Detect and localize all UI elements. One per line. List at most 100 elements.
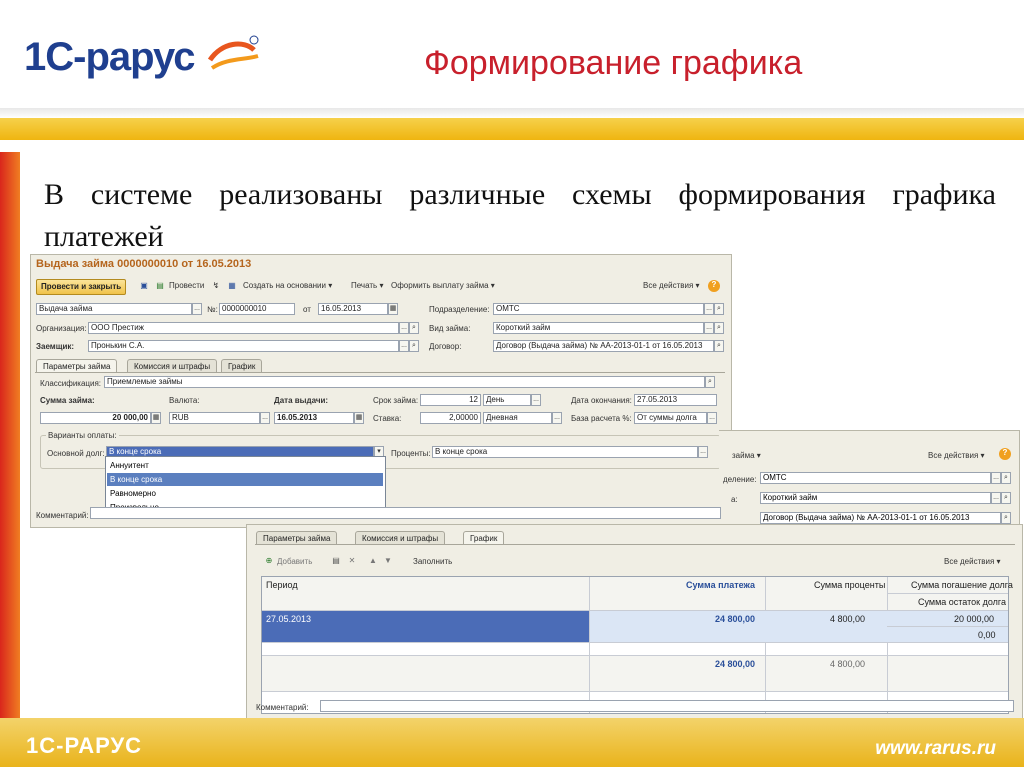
date-field[interactable]: 16.05.2013 [318, 303, 388, 315]
fill-button[interactable]: Заполнить [413, 557, 452, 566]
dropdown-option-annuity[interactable]: Аннуитент [107, 459, 383, 472]
tab-commission[interactable]: Комиссия и штрафы [355, 531, 446, 544]
report-icon[interactable]: ▦ [227, 281, 237, 291]
calendar-icon[interactable]: ▦ [388, 303, 398, 315]
end-date-field: 27.05.2013 [634, 394, 717, 406]
comment-field[interactable] [90, 507, 721, 519]
all-actions-menu[interactable]: Все действия ▾ [944, 557, 1001, 566]
select-button[interactable]: ... [552, 412, 562, 424]
save-icon[interactable]: ▣ [139, 281, 149, 291]
search-icon[interactable]: ⌕ [714, 303, 724, 315]
loan-type-field[interactable]: Короткий займ [493, 322, 704, 334]
table-cell-debt-repayment[interactable]: 20 000,00 [954, 614, 994, 624]
calc-base-field[interactable]: От суммы долга [634, 412, 707, 424]
tab-loan-parameters[interactable]: Параметры займа [256, 531, 338, 544]
search-icon[interactable]: ⌕ [409, 322, 419, 334]
currency-field[interactable]: RUB [169, 412, 260, 424]
select-button[interactable]: ... [704, 303, 714, 315]
subdivision-label: деление: [723, 475, 757, 484]
borrower-field[interactable]: Пронькин С.А. [88, 340, 399, 352]
slide-title: Формирование графика [424, 44, 803, 82]
loan-type-field[interactable]: Короткий займ [760, 492, 991, 504]
select-button[interactable]: ... [399, 322, 409, 334]
select-button[interactable]: ... [707, 412, 717, 424]
copy-icon[interactable]: ▤ [331, 556, 341, 566]
movements-icon[interactable]: ↯ [211, 281, 221, 291]
add-button[interactable]: Добавить [277, 557, 312, 566]
loan-term-field[interactable]: 12 [420, 394, 481, 406]
comment-field[interactable] [320, 700, 1014, 712]
tab-loan-parameters[interactable]: Параметры займа [36, 359, 118, 372]
move-up-icon[interactable]: ▲ [368, 556, 378, 566]
tab-commission[interactable]: Комиссия и штрафы [127, 359, 218, 372]
loan-amount-field[interactable]: 20 000,00 [40, 412, 151, 424]
rate-field[interactable]: 2,00000 [420, 412, 481, 424]
classification-field[interactable]: Приемлемые займы [104, 376, 705, 388]
issue-date-field[interactable]: 16.05.2013 [274, 412, 354, 424]
select-button[interactable]: ... [704, 322, 714, 334]
number-field[interactable]: 0000000010 [219, 303, 295, 315]
term-unit-field[interactable]: День [483, 394, 531, 406]
select-button[interactable]: ... [991, 492, 1001, 504]
column-interest[interactable]: Сумма проценты [814, 580, 885, 590]
subdivision-field[interactable]: ОМТС [760, 472, 991, 484]
table-cell-debt-remaining[interactable]: 0,00 [978, 630, 996, 640]
column-debt-remaining[interactable]: Сумма остаток долга [918, 597, 1006, 607]
post-icon[interactable]: ▤ [155, 281, 165, 291]
select-button[interactable]: ... [260, 412, 270, 424]
help-icon[interactable]: ? [708, 280, 720, 292]
search-icon[interactable]: ⌕ [705, 376, 715, 388]
rate-type-field[interactable]: Дневная [483, 412, 552, 424]
contract-field[interactable]: Договор (Выдача займа) № АА-2013-01-1 от… [760, 512, 1001, 524]
footer-logo: 1С-РАРУС [26, 733, 143, 758]
select-button[interactable]: ... [399, 340, 409, 352]
column-period[interactable]: Период [266, 580, 298, 590]
column-debt-repayment[interactable]: Сумма погашение долга [911, 580, 1013, 590]
issue-payment-menu[interactable]: займа ▾ [732, 451, 761, 460]
comment-label: Комментарий: [256, 703, 309, 712]
all-actions-menu[interactable]: Все действия ▾ [643, 281, 700, 290]
footer-url[interactable]: www.rarus.ru [875, 738, 996, 760]
document-type-field[interactable]: Выдача займа [36, 303, 192, 315]
subdivision-field[interactable]: ОМТС [493, 303, 704, 315]
tab-schedule[interactable]: График [463, 531, 505, 544]
select-button[interactable]: ... [531, 394, 541, 406]
column-payment[interactable]: Сумма платежа [686, 580, 755, 590]
delete-icon[interactable]: ✕ [347, 556, 357, 566]
organization-field[interactable]: ООО Престиж [88, 322, 399, 334]
move-down-icon[interactable]: ▼ [383, 556, 393, 566]
search-icon[interactable]: ⌕ [409, 340, 419, 352]
select-button[interactable]: ... [991, 472, 1001, 484]
search-icon[interactable]: ⌕ [1001, 512, 1011, 524]
classification-label: Классификация: [40, 379, 102, 388]
print-menu[interactable]: Печать ▾ [351, 281, 383, 290]
table-cell-payment[interactable]: 24 800,00 [715, 614, 755, 624]
all-actions-menu[interactable]: Все действия ▾ [928, 451, 985, 460]
search-icon[interactable]: ⌕ [714, 340, 724, 352]
contract-field[interactable]: Договор (Выдача займа) № АА-2013-01-1 от… [493, 340, 714, 352]
calculator-icon[interactable]: ▦ [151, 412, 161, 424]
tab-schedule[interactable]: График [221, 359, 263, 372]
post-button[interactable]: Провести [169, 281, 204, 290]
search-icon[interactable]: ⌕ [1001, 472, 1011, 484]
create-based-on-menu[interactable]: Создать на основании ▾ [243, 281, 332, 290]
body-text: В системе реализованы различные схемы фо… [44, 178, 996, 253]
post-and-close-button[interactable]: Провести и закрыть [36, 279, 127, 295]
select-button[interactable]: ... [192, 303, 202, 315]
end-date-label: Дата окончания: [571, 396, 632, 405]
table-row-period-cell[interactable] [262, 611, 589, 642]
issue-payment-menu[interactable]: Оформить выплату займа ▾ [391, 281, 495, 290]
add-icon[interactable]: ⊕ [264, 556, 274, 566]
interest-select[interactable]: В конце срока [432, 446, 698, 458]
calendar-icon[interactable]: ▦ [354, 412, 364, 424]
date-label: от [303, 305, 311, 314]
help-icon[interactable]: ? [999, 448, 1011, 460]
dropdown-option-end-of-term[interactable]: В конце срока [107, 473, 383, 486]
search-icon[interactable]: ⌕ [1001, 492, 1011, 504]
table-cell-interest[interactable]: 4 800,00 [830, 614, 865, 624]
table-cell-period[interactable]: 27.05.2013 [266, 614, 311, 624]
search-icon[interactable]: ⌕ [714, 322, 724, 334]
dropdown-option-uniform[interactable]: Равномерно [107, 487, 383, 500]
form-title: Выдача займа 0000000010 от 16.05.2013 [36, 258, 252, 270]
select-button[interactable]: ... [698, 446, 708, 458]
